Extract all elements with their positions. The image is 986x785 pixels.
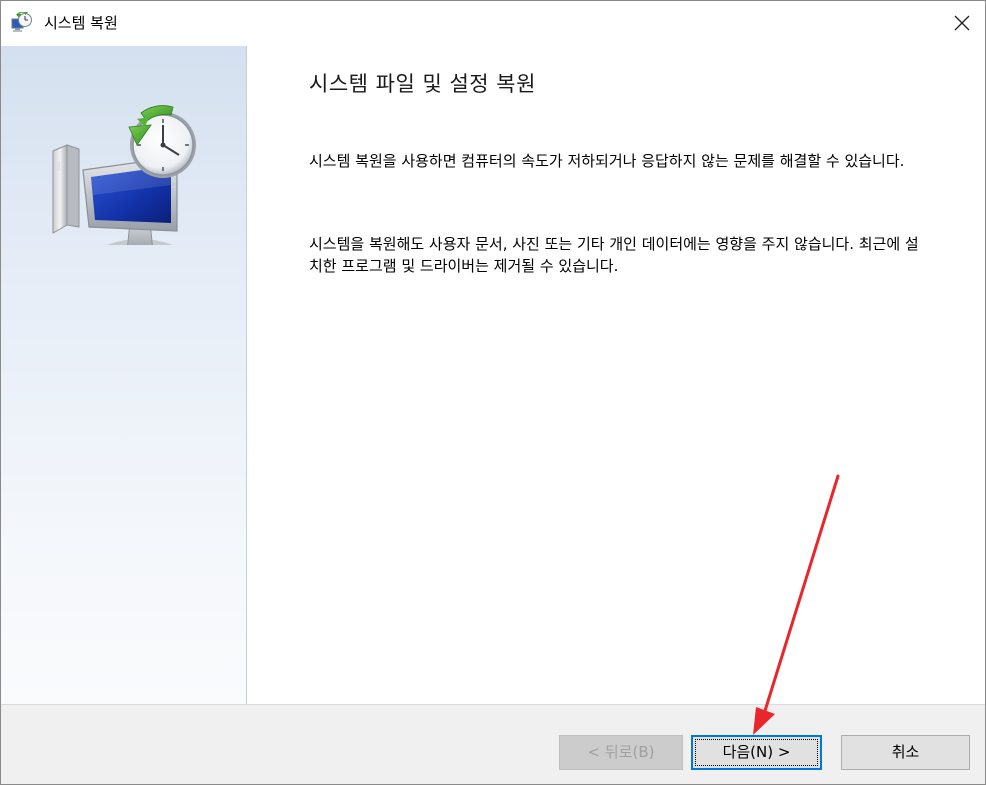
button-bar: < 뒤로(B) 다음(N) > 취소 [1,704,985,784]
back-button-label: < 뒤로(B) [587,743,655,761]
side-panel [1,46,247,704]
page-title: 시스템 파일 및 설정 복원 [309,72,536,96]
cancel-button-label: 취소 [891,743,920,761]
main-content: 시스템 파일 및 설정 복원 시스템 복원을 사용하면 컴퓨터의 속도가 저하되… [247,46,985,704]
system-restore-computer-clock-icon [52,105,196,245]
focus-ring [695,739,818,766]
system-restore-window: 시스템 복원 시스템 파일 및 설정 복원 시스템 복원을 사용하면 컴퓨터의 … [0,0,986,785]
system-restore-icon [11,12,32,32]
description-paragraph-1: 시스템 복원을 사용하면 컴퓨터의 속도가 저하되거나 응답하지 않는 문제를 … [309,152,905,170]
window-title: 시스템 복원 [44,14,118,32]
close-icon [954,15,970,31]
next-button[interactable]: 다음(N) > [691,735,822,770]
title-bar[interactable]: 시스템 복원 [1,1,985,45]
description-paragraph-2: 시스템을 복원해도 사용자 문서, 사진 또는 기타 개인 데이터에는 영향을 … [309,235,919,275]
back-button[interactable]: < 뒤로(B) [559,735,683,770]
cancel-button[interactable]: 취소 [841,735,970,770]
close-button[interactable] [939,1,985,45]
